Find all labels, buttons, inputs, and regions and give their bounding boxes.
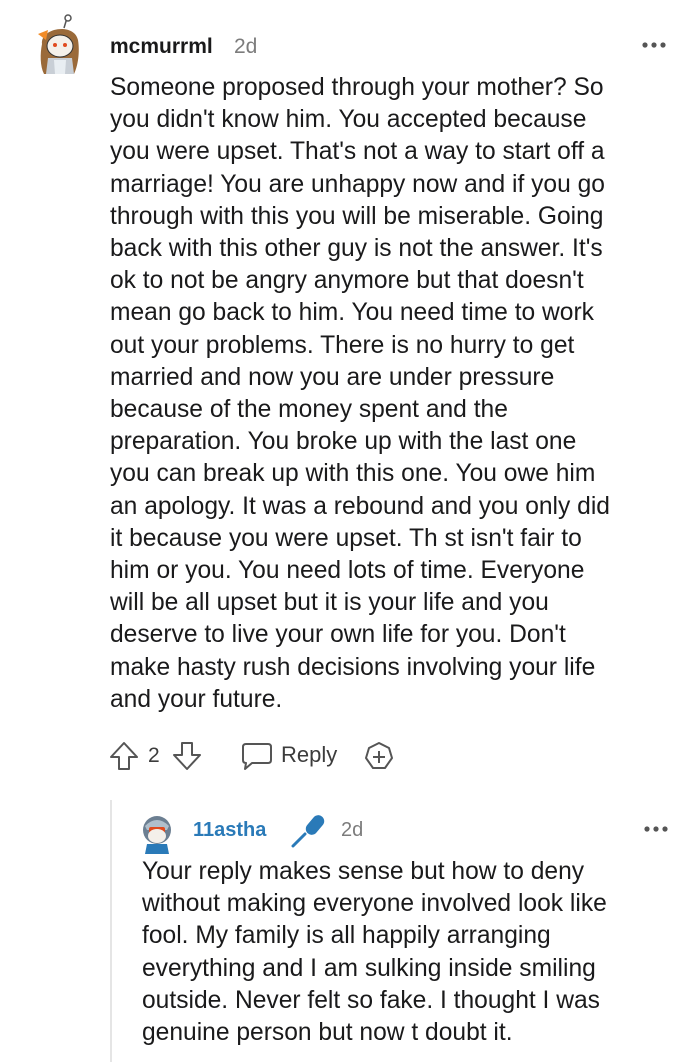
timestamp: 2d: [234, 35, 258, 58]
reply-bubble-icon[interactable]: [240, 740, 274, 777]
username[interactable]: mcmurrml: [110, 35, 213, 59]
upvote-icon[interactable]: [108, 740, 140, 777]
nested-reply: 11astha 2d Your reply makes sense but ho…: [110, 800, 700, 1062]
reply-timestamp: 2d: [341, 819, 364, 841]
comment-body: Someone proposed through your mother? So…: [110, 74, 610, 713]
reply-username[interactable]: 11astha: [193, 819, 266, 842]
reply-button[interactable]: Reply: [281, 742, 337, 768]
reply-user-avatar[interactable]: [137, 812, 177, 854]
vote-count: 2: [148, 744, 160, 767]
reply-more-options-icon[interactable]: [642, 818, 670, 840]
award-add-icon[interactable]: [363, 740, 395, 777]
downvote-icon[interactable]: [171, 740, 203, 777]
reply-body: Your reply makes sense but how to deny w…: [142, 858, 607, 1047]
more-options-icon[interactable]: [640, 34, 668, 56]
user-avatar[interactable]: [34, 14, 84, 76]
comment-actions: 2 Reply: [108, 736, 428, 776]
microphone-icon: [289, 812, 327, 848]
